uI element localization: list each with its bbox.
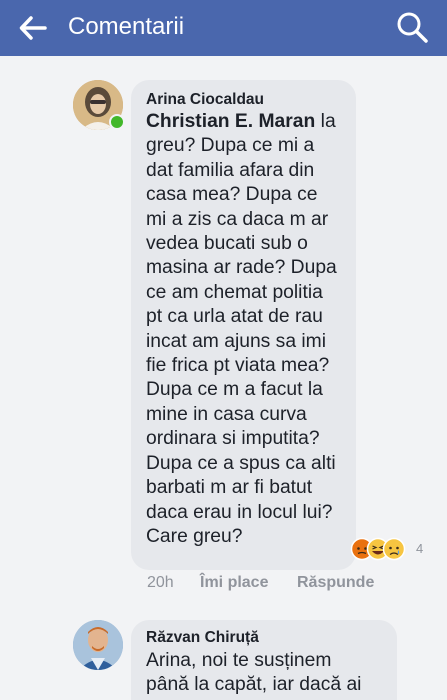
comment-timestamp: 20h: [147, 574, 174, 591]
comment-author[interactable]: Arina Ciocaldau: [146, 91, 264, 109]
comment-author[interactable]: Răzvan Chiruță: [146, 629, 259, 647]
comment-line: ordinara si imputita?: [146, 428, 320, 450]
avatar[interactable]: [73, 620, 123, 670]
search-icon: [397, 12, 428, 43]
comment-line: greu? Dupa ce mi a: [146, 135, 315, 157]
like-button[interactable]: Îmi place: [200, 574, 268, 592]
comment-line: barbati m ar fi batut: [146, 477, 313, 499]
comment-line: Care greu?: [146, 525, 243, 547]
page-title: Comentarii: [68, 13, 185, 40]
comment-line: casa mea? Dupa ce: [146, 184, 318, 206]
comment-line: la: [315, 111, 336, 132]
mention-link[interactable]: Christian E. Maran: [146, 111, 315, 132]
comment-line: Arina, noi te susținem: [146, 650, 332, 671]
top-app-bar: Comentarii: [0, 0, 447, 56]
comment-line: Dupa ce a spus ca alti: [146, 452, 336, 474]
comment-line: pt ca urla atat de rau: [146, 306, 323, 328]
reply-button[interactable]: Răspunde: [297, 574, 374, 592]
comment-line: dat familia afara din: [146, 159, 315, 181]
profile-photo: [73, 620, 123, 670]
comment-line: incat am ajuns sa imi: [146, 330, 327, 352]
comment-line: până la capăt, iar dacă ai: [146, 674, 362, 696]
reaction-count: 4: [416, 541, 424, 556]
comment-line: mine in casa curva: [146, 403, 307, 425]
comment-line: fie frica pt viata mea?: [146, 355, 330, 377]
arrow-left-icon: [19, 16, 47, 40]
comment-body: Arina, noi te susținem până la capăt, iar…: [146, 649, 391, 698]
comment-line: mi a zis ca daca m ar: [146, 208, 329, 230]
comment-body: Christian E. Maran la greu? Dupa ce mi ad…: [146, 110, 361, 549]
comment-line: daca erau in locul lui?: [146, 501, 333, 523]
sad-reaction-icon: [382, 537, 406, 561]
comment-line: Dupa ce m a facut la: [146, 379, 323, 401]
comment-line: ce am chemat politia: [146, 281, 323, 303]
back-button[interactable]: [18, 14, 48, 42]
comment-line: vedea bucati sub o: [146, 233, 308, 255]
online-status-badge: [109, 114, 125, 130]
search-button[interactable]: [395, 10, 429, 44]
comment-line: masina ar rade? Dupa: [146, 257, 337, 279]
